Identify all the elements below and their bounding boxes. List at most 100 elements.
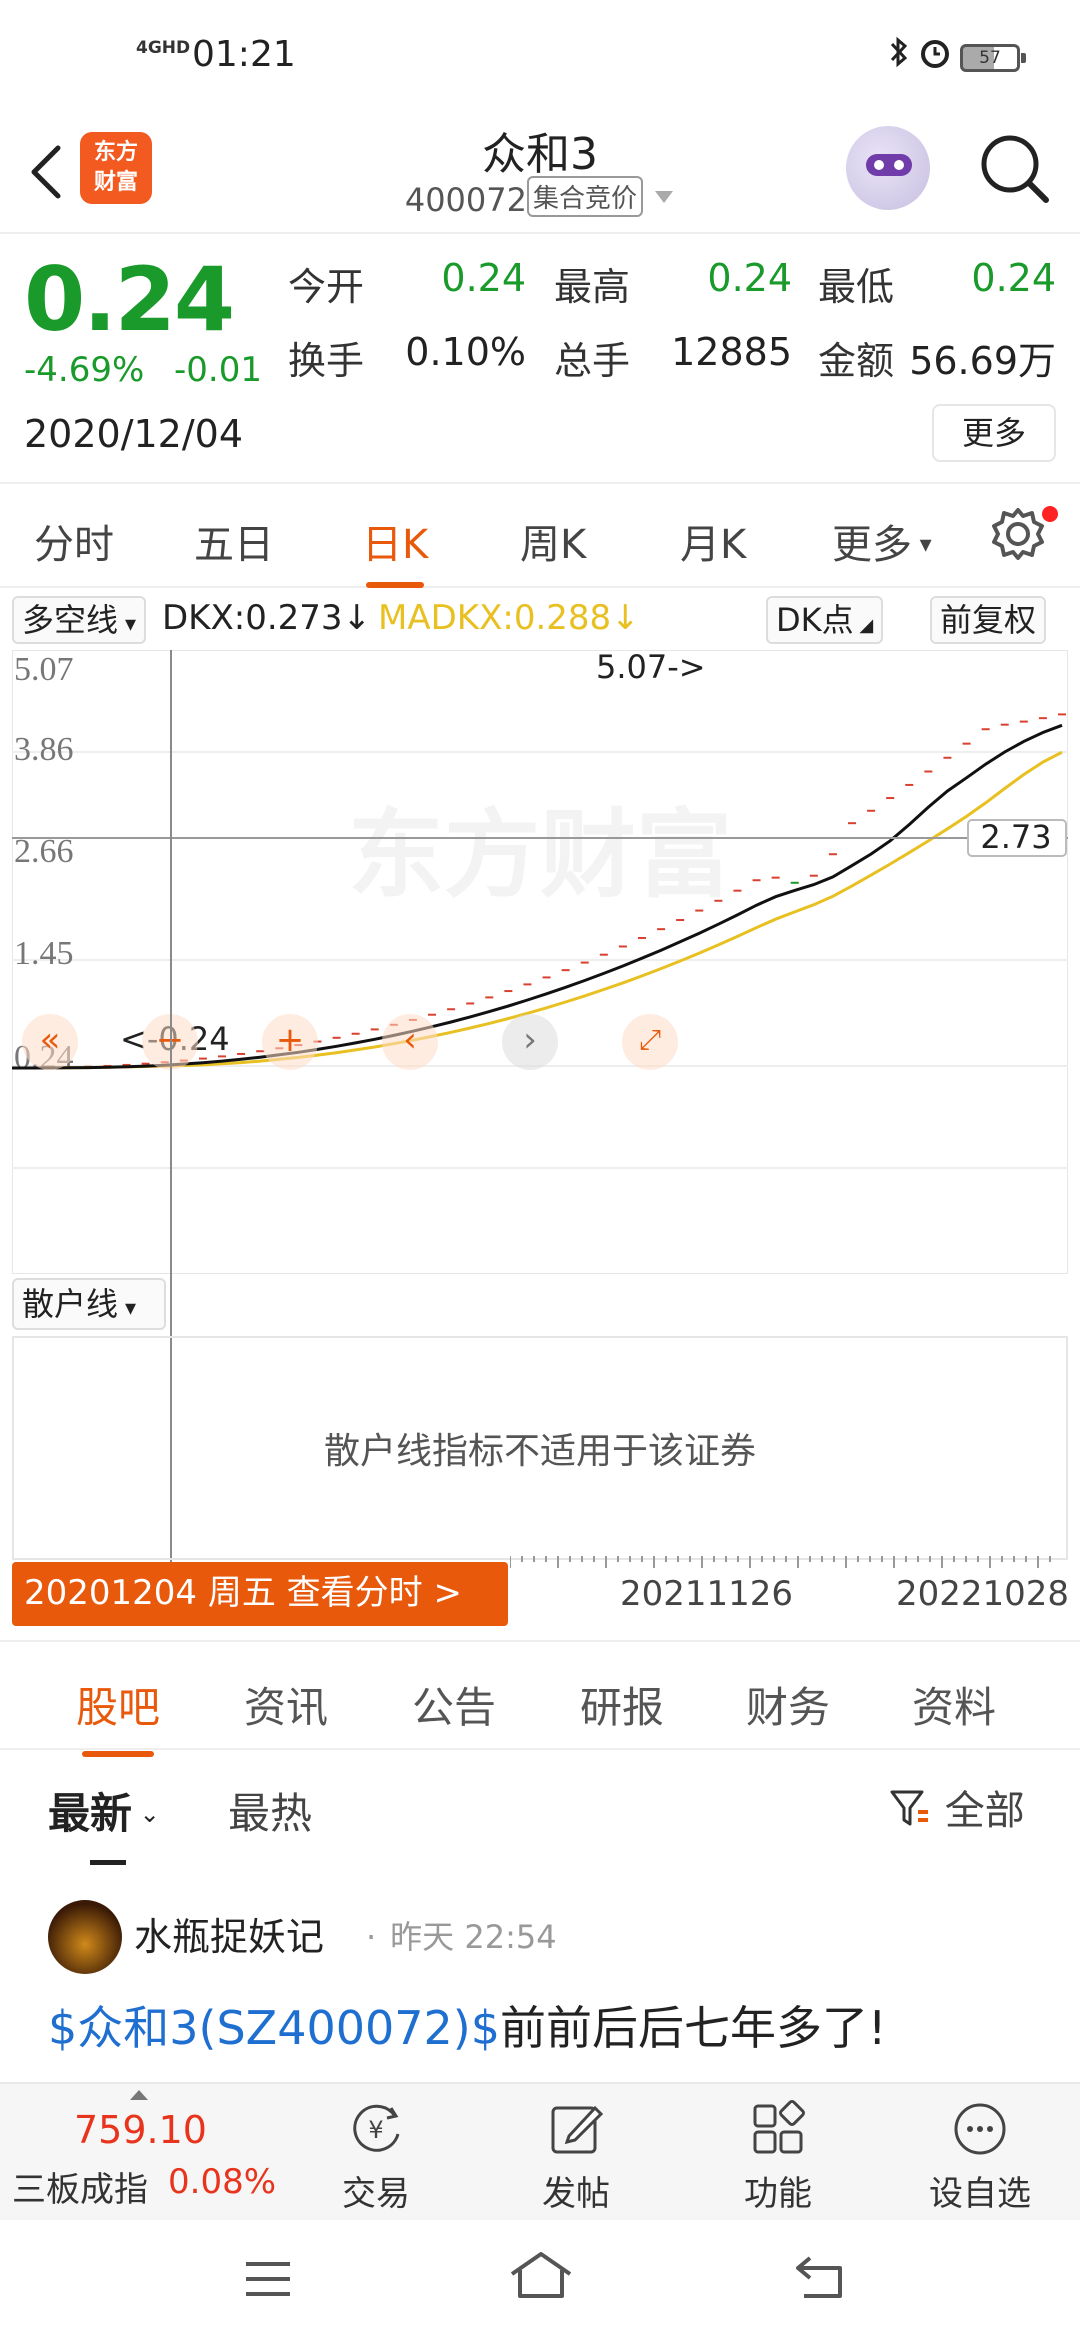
zoom-in-icon[interactable]: + [262, 1014, 318, 1070]
functions-label: 功能 [744, 2174, 812, 2214]
low-value: 0.24 [971, 256, 1056, 300]
fullscreen-icon[interactable]: ⤢ [622, 1014, 678, 1070]
logo-text-top: 东方 [93, 140, 138, 165]
scroll-left-icon[interactable]: ‹ [382, 1014, 438, 1070]
tab-monthly-k[interactable]: 月K [680, 512, 746, 570]
dropdown-triangle-icon [655, 191, 674, 203]
low-label: 最低 [818, 265, 895, 309]
home-icon[interactable] [506, 2248, 576, 2304]
tab-news[interactable]: 资讯 [244, 1674, 328, 1735]
more-dots-icon [954, 2103, 1006, 2155]
add-watchlist-button[interactable]: 设自选 [910, 2098, 1050, 2215]
trade-label: 交易 [342, 2174, 410, 2214]
tab-announcements[interactable]: 公告 [412, 1674, 496, 1735]
post-button[interactable]: 发帖 [506, 2098, 646, 2215]
gear-icon[interactable] [988, 504, 1048, 564]
caret-up-icon[interactable] [130, 2090, 148, 2100]
menu-icon[interactable] [240, 2256, 296, 2302]
turnover-value: 0.10% [405, 330, 526, 374]
candle [848, 822, 856, 825]
tab-finance[interactable]: 财务 [746, 1674, 830, 1735]
functions-button[interactable]: 功能 [708, 2098, 848, 2215]
bluetooth-icon [888, 36, 910, 76]
tab-intraday[interactable]: 分时 [34, 512, 114, 570]
avatar[interactable] [48, 1900, 122, 1974]
post-content: $众和3(SZ400072)$前前后后七年多了! [48, 1992, 886, 2058]
candle [771, 876, 780, 879]
trade-button[interactable]: ¥ 交易 [306, 2098, 446, 2215]
tab-profile[interactable]: 资料 [912, 1674, 996, 1735]
forum-post[interactable]: 水瓶捉妖记 · 昨天 22:54 $众和3(SZ400072)$前前后后七年多了! [0, 1862, 1080, 2082]
caret-down-icon: ▾ [912, 530, 932, 558]
stock-code-row[interactable]: 400072 集合竞价 [340, 176, 740, 219]
caret-down-icon: ▾ [118, 1296, 137, 1321]
candle [962, 742, 971, 745]
indicator-selector-label: 多空线 [22, 601, 119, 639]
candle [695, 909, 704, 912]
indicator-not-applicable-message: 散户线指标不适用于该证券 [323, 1431, 756, 1472]
tab-five-day[interactable]: 五日 [194, 512, 274, 570]
quote-panel: 0.24 -4.69% -0.01 2020/12/04 今开 0.24 最高 … [0, 234, 1080, 484]
post-body: 前前后后七年多了! [500, 2001, 887, 2055]
tab-research[interactable]: 研报 [580, 1674, 664, 1735]
candle [1000, 723, 1009, 726]
index-value[interactable]: 759.10 [74, 2108, 207, 2152]
last-price: 0.24 [24, 248, 235, 351]
bottom-toolbar: 759.10 三板成指 0.08% ¥ 交易 发帖 功能 设自选 [0, 2082, 1080, 2220]
candle [886, 797, 895, 800]
network-indicator: 4GHD [136, 38, 191, 58]
candle [790, 881, 799, 884]
sort-hot-button[interactable]: 最热 [228, 1780, 312, 1841]
back-nav-icon[interactable] [790, 2252, 852, 2302]
filter-button[interactable]: 全部 [888, 1778, 1025, 1836]
candle [351, 1032, 360, 1035]
candle [141, 1062, 150, 1065]
add-watchlist-label: 设自选 [929, 2174, 1031, 2214]
tab-daily-k[interactable]: 日K [362, 512, 428, 588]
tab-more[interactable]: 更多 ▾ [832, 512, 932, 570]
eastmoney-logo[interactable]: 东方 财富 [80, 132, 152, 204]
index-change: 0.08% [168, 2162, 277, 2202]
y-label-4: 1.45 [14, 935, 74, 972]
dk-points-button[interactable]: DK点 ◢ [766, 596, 884, 644]
tab-weekly-k[interactable]: 周K [520, 512, 586, 570]
notification-dot [1042, 506, 1058, 522]
sub-indicator-chart: 散户线指标不适用于该证券 [12, 1336, 1068, 1560]
scroll-right-icon[interactable]: › [502, 1014, 558, 1070]
search-icon[interactable] [974, 128, 1054, 208]
axis-date-2: 20221028 [896, 1574, 1070, 1614]
sort-row: 最新 ⌄ 最热 全部 [0, 1752, 1080, 1865]
stock-header: 东方 财富 众和3 400072 集合竞价 [0, 110, 1080, 234]
scroll-far-left-icon[interactable]: « [22, 1014, 78, 1070]
post-time: · 昨天 22:54 [366, 1912, 557, 1958]
sort-latest-button[interactable]: 最新 ⌄ [48, 1780, 160, 1865]
dkx-value: DKX:0.273↓ [162, 598, 371, 638]
candle [447, 1008, 456, 1011]
index-name[interactable]: 三板成指 [12, 2162, 148, 2211]
candle [943, 756, 952, 759]
grid-icon [753, 2100, 805, 2154]
back-button[interactable] [20, 136, 76, 206]
sub-indicator-selector[interactable]: 散户线 ▾ [12, 1278, 166, 1330]
post-label: 发帖 [542, 2174, 610, 2214]
stock-name: 众和3 [482, 129, 598, 180]
more-quote-button[interactable]: 更多 [932, 404, 1056, 462]
sort-latest-label: 最新 [48, 1789, 133, 1838]
candle [867, 809, 876, 812]
tab-forum[interactable]: 股吧 [76, 1674, 160, 1757]
candle [523, 983, 532, 986]
stock-link[interactable]: $众和3(SZ400072)$ [48, 2001, 500, 2055]
candle [332, 1036, 341, 1039]
indicator-selector[interactable]: 多空线 ▾ [12, 596, 147, 644]
candle [924, 770, 933, 773]
chart-period-tabs: 分时 五日 日K 周K 月K 更多 ▾ [0, 484, 1080, 588]
auction-tag: 集合竞价 [526, 176, 643, 217]
madkx-value-text: MADKX:0.288 [378, 598, 612, 638]
adjust-button[interactable]: 前复权 [930, 596, 1047, 644]
status-time: 01:21 [192, 34, 296, 75]
candle [580, 961, 589, 964]
caret-down-icon: ▾ [118, 612, 137, 637]
view-intraday-button[interactable]: 20201204 周五 查看分时 > [12, 1562, 508, 1626]
post-author[interactable]: 水瓶捉妖记 [134, 1906, 324, 1961]
assistant-robot-icon[interactable] [846, 126, 930, 210]
